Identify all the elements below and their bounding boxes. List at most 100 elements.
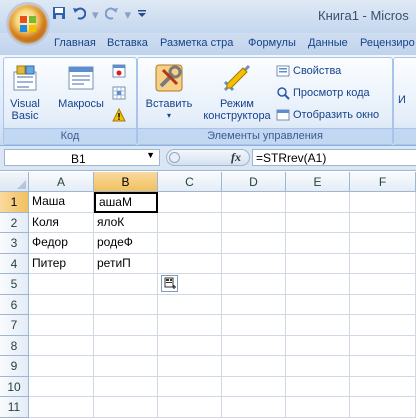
cell-f3[interactable]	[350, 233, 416, 254]
cell-b7[interactable]	[94, 315, 158, 336]
undo-dropdown-icon[interactable]: ▾	[92, 7, 99, 22]
cell-f6[interactable]	[350, 294, 416, 315]
cell-d7[interactable]	[222, 315, 286, 336]
cell-c3[interactable]	[158, 233, 222, 254]
office-button[interactable]	[8, 4, 48, 44]
cell-f1[interactable]	[350, 192, 416, 213]
cell-e6[interactable]	[286, 294, 350, 315]
cell-f11[interactable]	[350, 397, 416, 418]
cell-d6[interactable]	[222, 294, 286, 315]
column-header-d[interactable]: D	[222, 172, 286, 192]
spreadsheet-grid[interactable]: A B C D E F 1 Маша ашаМ 2 Коля ялоК 3 Федор родеФ 4 Пите…	[0, 172, 416, 418]
cell-b2[interactable]: ялоК	[94, 212, 158, 233]
cell-e4[interactable]	[286, 253, 350, 274]
save-icon[interactable]	[52, 6, 66, 23]
cell-e3[interactable]	[286, 233, 350, 254]
cell-e11[interactable]	[286, 397, 350, 418]
cell-d11[interactable]	[222, 397, 286, 418]
tab-formulas[interactable]: Формулы	[248, 37, 296, 49]
column-header-a[interactable]: A	[29, 172, 94, 192]
row-header-1[interactable]: 1	[0, 192, 29, 213]
insert-function-button[interactable]: fx	[231, 150, 241, 165]
tab-home[interactable]: Главная	[54, 37, 96, 49]
relative-reference-button[interactable]	[112, 86, 126, 100]
chevron-down-icon[interactable]: ▼	[146, 150, 155, 160]
row-header-5[interactable]: 5	[0, 274, 29, 295]
cell-b11[interactable]	[94, 397, 158, 418]
row-header-2[interactable]: 2	[0, 212, 29, 233]
customize-qat-icon[interactable]	[137, 6, 147, 23]
cell-e1[interactable]	[286, 192, 350, 213]
cell-a6[interactable]	[29, 294, 94, 315]
cell-c2[interactable]	[158, 212, 222, 233]
show-window-button[interactable]: Отобразить окно	[276, 108, 379, 122]
formula-bar-expand-knob[interactable]	[169, 152, 180, 163]
column-header-b[interactable]: B	[94, 172, 158, 192]
cell-a4[interactable]: Питер	[29, 253, 94, 274]
cell-c4[interactable]	[158, 253, 222, 274]
cell-e8[interactable]	[286, 335, 350, 356]
cell-e5[interactable]	[286, 274, 350, 295]
cell-b10[interactable]	[94, 376, 158, 397]
cell-b5[interactable]	[94, 274, 158, 295]
macro-security-button[interactable]	[112, 108, 126, 122]
paste-options-icon[interactable]	[161, 275, 178, 292]
cell-c9[interactable]	[158, 356, 222, 377]
cell-f7[interactable]	[350, 315, 416, 336]
cell-a9[interactable]	[29, 356, 94, 377]
cell-b8[interactable]	[94, 335, 158, 356]
cell-c10[interactable]	[158, 376, 222, 397]
cell-a10[interactable]	[29, 376, 94, 397]
redo-dropdown-icon[interactable]: ▾	[125, 7, 132, 22]
properties-button[interactable]: Свойства	[276, 64, 341, 78]
macros-button[interactable]: Макросы	[54, 62, 108, 110]
cell-d5[interactable]	[222, 274, 286, 295]
cell-f9[interactable]	[350, 356, 416, 377]
row-header-7[interactable]: 7	[0, 315, 29, 336]
cell-c6[interactable]	[158, 294, 222, 315]
row-header-8[interactable]: 8	[0, 335, 29, 356]
cell-c11[interactable]	[158, 397, 222, 418]
tab-data[interactable]: Данные	[308, 37, 348, 49]
cell-f2[interactable]	[350, 212, 416, 233]
cell-e10[interactable]	[286, 376, 350, 397]
tab-insert[interactable]: Вставка	[107, 37, 148, 49]
cell-b1[interactable]: ашаМ	[94, 192, 158, 213]
undo-icon[interactable]	[72, 6, 87, 23]
cell-a8[interactable]	[29, 335, 94, 356]
row-header-11[interactable]: 11	[0, 397, 29, 418]
cell-f8[interactable]	[350, 335, 416, 356]
cell-f4[interactable]	[350, 253, 416, 274]
column-header-f[interactable]: F	[350, 172, 416, 192]
row-header-4[interactable]: 4	[0, 253, 29, 274]
cell-f5[interactable]	[350, 274, 416, 295]
cell-d3[interactable]	[222, 233, 286, 254]
cell-a2[interactable]: Коля	[29, 212, 94, 233]
redo-icon[interactable]	[104, 6, 119, 23]
visual-basic-button[interactable]: Visual Basic	[6, 62, 44, 122]
cell-a3[interactable]: Федор	[29, 233, 94, 254]
cell-b4[interactable]: ретиП	[94, 253, 158, 274]
next-group-button-partial[interactable]: И	[398, 94, 406, 106]
row-header-3[interactable]: 3	[0, 233, 29, 254]
cell-b3[interactable]: родеФ	[94, 233, 158, 254]
record-macro-button[interactable]	[112, 64, 126, 78]
tab-review[interactable]: Рецензиро	[360, 37, 415, 49]
formula-input[interactable]: =STRrev(A1)	[252, 149, 416, 166]
cell-a1[interactable]: Маша	[29, 192, 94, 213]
view-code-button[interactable]: Просмотр кода	[276, 86, 370, 100]
column-header-e[interactable]: E	[286, 172, 350, 192]
cell-d2[interactable]	[222, 212, 286, 233]
cell-d4[interactable]	[222, 253, 286, 274]
cell-d9[interactable]	[222, 356, 286, 377]
name-box[interactable]: B1 ▼	[4, 149, 160, 166]
cell-b9[interactable]	[94, 356, 158, 377]
tab-page-layout[interactable]: Разметка стра	[160, 37, 233, 49]
cell-c8[interactable]	[158, 335, 222, 356]
cell-e9[interactable]	[286, 356, 350, 377]
cell-e2[interactable]	[286, 212, 350, 233]
cell-a11[interactable]	[29, 397, 94, 418]
row-header-9[interactable]: 9	[0, 356, 29, 377]
insert-control-button[interactable]: Вставить ▾	[142, 62, 196, 122]
design-mode-button[interactable]: Режим конструктора	[200, 62, 274, 122]
